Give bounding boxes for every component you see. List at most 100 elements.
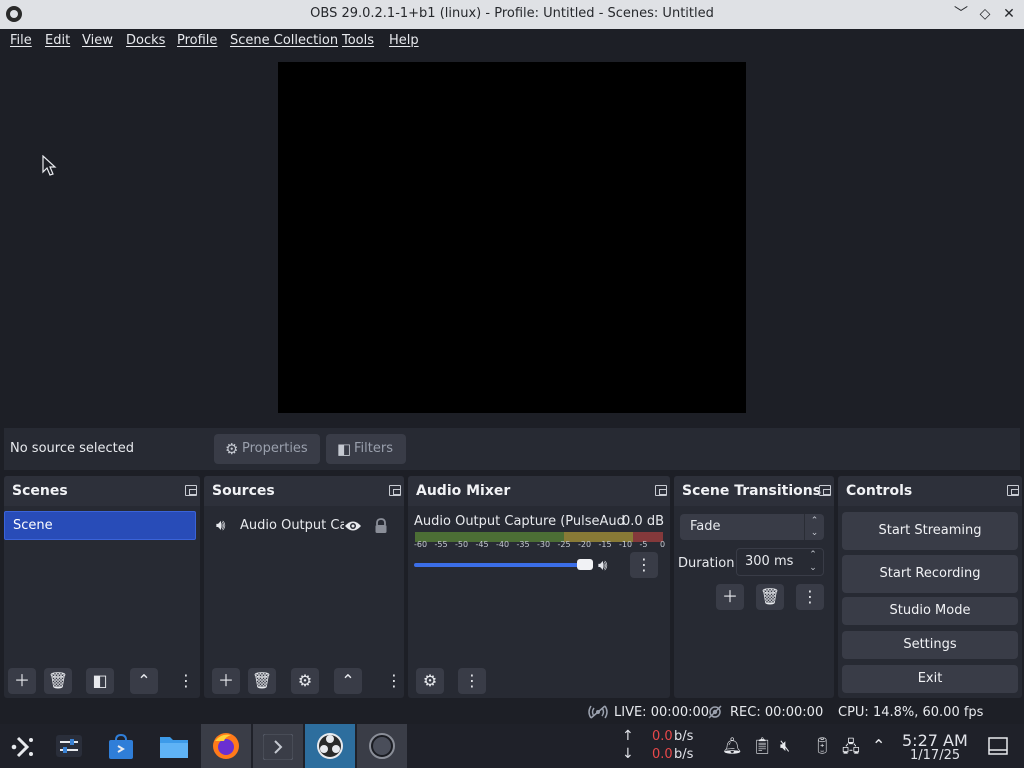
start-streaming-button[interactable]: Start Streaming [842,512,1018,550]
program-preview[interactable] [278,62,746,413]
float-dock-icon[interactable] [1007,485,1019,496]
app-launcher-button[interactable] [0,724,50,768]
sources-footer: ＋ 🗑 ⚙ ⌃ ⋮ [204,662,404,698]
cpu-fps-readout: CPU: 14.8%, 60.00 fps [838,705,984,720]
taskbar: ↑ ↓ 0.0 b/s 0.0 b/s 🔔︎ 📋︎ 🔇︎ 🔋︎ 🖧 ⌃ 5:27… [0,724,1024,768]
mixer-channel-menu-button[interactable]: ⋮ [630,552,658,578]
taskbar-app[interactable] [357,724,407,768]
mute-speaker-icon[interactable]: 🔊︎ [598,556,607,574]
transition-selected-value: Fade [690,519,721,534]
transition-select[interactable]: Fade ⌃ ⌄ [680,514,824,540]
notifications-bell-icon[interactable]: 🔔︎ [722,736,742,755]
add-scene-button[interactable]: ＋ [8,668,36,694]
scenes-footer: ＋ 🗑 ◧ ⌃ ⋮ [4,662,200,698]
add-transition-button[interactable]: ＋ [716,584,744,610]
source-menu-icon[interactable]: ⋮ [384,668,404,694]
remove-scene-button[interactable]: 🗑 [44,668,72,694]
battery-icon[interactable]: 🔋︎ [812,736,832,755]
sources-dock-header: Sources [204,476,404,506]
start-recording-button[interactable]: Start Recording [842,555,1018,593]
close-button[interactable]: ✕ [999,4,1019,24]
mixer-menu-button[interactable]: ⋮ [458,668,486,694]
taskbar-terminal[interactable] [253,724,303,768]
volume-slider[interactable] [414,563,586,567]
clipboard-icon[interactable]: 📋︎ [752,736,772,755]
download-rate: 0.0 [652,747,673,762]
meter-tick-label: -5 [639,540,648,549]
taskbar-settings[interactable] [44,724,94,768]
meter-tick-label: -55 [434,540,448,549]
scene-menu-icon[interactable]: ⋮ [176,668,196,694]
menu-tools[interactable]: Tools [342,33,374,48]
filter-icon: ◧ [337,440,352,458]
float-dock-icon[interactable] [185,485,197,496]
title-bar: OBS 29.0.2.1-1+b1 (linux) - Profile: Unt… [0,0,1024,29]
meter-tick-label: -10 [619,540,633,549]
studio-mode-button[interactable]: Studio Mode [842,597,1018,625]
network-icon[interactable]: 🖧 [842,736,860,763]
lock-icon[interactable] [374,518,388,534]
scenes-dock: Scenes Scene ＋ 🗑 ◧ ⌃ ⋮ [4,476,200,698]
remove-source-button[interactable]: 🗑 [248,668,276,694]
advanced-audio-settings-button[interactable]: ⚙ [416,668,444,694]
menu-edit[interactable]: Edit [45,33,70,48]
maximize-button[interactable]: ◇ [975,4,995,24]
scene-transitions-dock: Scene Transitions Fade ⌃ ⌄ Duration 300 m… [674,476,834,698]
clock-date[interactable]: 1/17/25 [910,748,960,763]
source-list-item[interactable]: 🔊︎ Audio Output Ca [212,516,398,538]
transition-menu-button[interactable]: ⋮ [796,584,824,610]
scene-filters-button[interactable]: ◧ [86,668,114,694]
download-arrow-icon: ↓ [622,746,634,762]
controls-dock-header: Controls [838,476,1022,506]
visibility-eye-icon[interactable] [344,519,362,533]
terminal-icon [263,734,293,760]
filters-button[interactable]: ◧ Filters [326,434,406,464]
download-rate-unit: b/s [674,747,694,762]
mixer-footer: ⚙ ⋮ [408,662,670,698]
taskbar-obs[interactable] [305,724,355,768]
float-dock-icon[interactable] [389,485,401,496]
taskbar-discover[interactable] [96,724,146,768]
volume-muted-icon[interactable]: 🔇︎ [780,736,790,756]
status-bar: LIVE: 00:00:00 REC: 00:00:00 CPU: 14.8%,… [0,700,1024,724]
taskbar-firefox[interactable] [201,724,251,768]
menu-file[interactable]: File [10,33,32,48]
minimize-button[interactable]: ﹀ [951,4,971,24]
show-desktop-icon[interactable] [988,737,1008,755]
meter-tick-label: -20 [578,540,592,549]
settings-button[interactable]: Settings [842,631,1018,659]
mixer-db-readout: 0.0 dB [622,514,664,529]
scene-list-item[interactable]: Scene [4,511,196,540]
menu-profile[interactable]: Profile [177,33,217,48]
upload-rate: 0.0 [652,729,673,744]
float-dock-icon[interactable] [819,485,831,496]
volume-slider-handle[interactable] [577,559,593,570]
menu-view[interactable]: View [82,33,113,48]
menu-docks[interactable]: Docks [126,33,165,48]
transitions-title: Scene Transitions [682,483,822,499]
menu-bar: File Edit View Docks Profile Scene Colle… [0,29,1024,55]
menu-help[interactable]: Help [389,33,419,48]
meter-tick-label: 0 [660,540,666,549]
tray-expand-icon[interactable]: ⌃ [872,736,885,755]
spin-arrows-icon[interactable]: ⌃ ⌄ [805,549,821,575]
source-properties-button[interactable]: ⚙ [291,668,319,694]
meter-tick-label: -30 [537,540,551,549]
transitions-dock-header: Scene Transitions [674,476,834,506]
exit-button[interactable]: Exit [842,665,1018,693]
duration-spinbox[interactable]: 300 ms ⌃ ⌄ [736,548,824,576]
chevron-updown-icon: ⌃ ⌄ [804,514,824,540]
speaker-icon: 🔊︎ [216,516,226,534]
move-source-up-button[interactable]: ⌃ [334,668,362,694]
move-scene-up-button[interactable]: ⌃ [130,668,158,694]
float-dock-icon[interactable] [655,485,667,496]
add-source-button[interactable]: ＋ [212,668,240,694]
upload-rate-unit: b/s [674,729,694,744]
remove-transition-button[interactable]: 🗑 [756,584,784,610]
sources-title: Sources [212,483,275,499]
audio-mixer-dock: Audio Mixer Audio Output Capture (PulseA… [408,476,670,698]
taskbar-file-manager[interactable] [148,724,198,768]
menu-scene-collection[interactable]: Scene Collection [230,33,338,48]
properties-button[interactable]: ⚙ Properties [214,434,320,464]
controls-title: Controls [846,483,913,499]
